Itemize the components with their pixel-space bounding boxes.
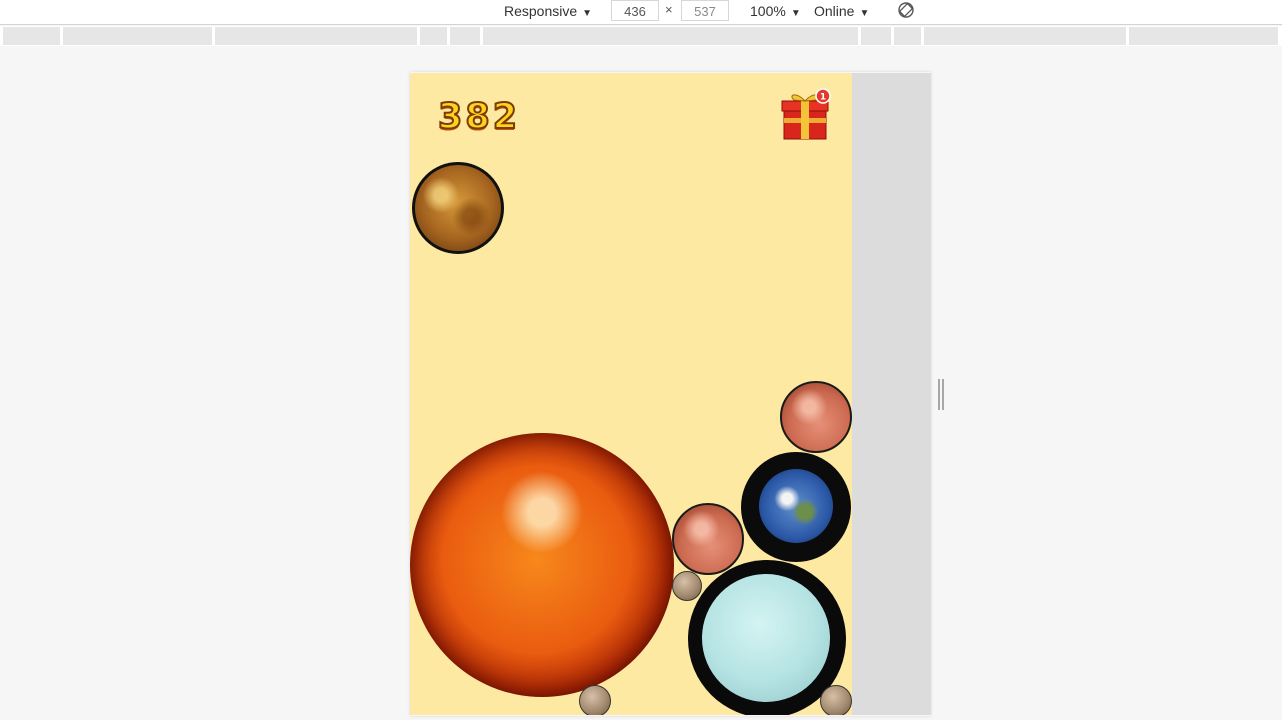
planet-moon[interactable]	[672, 571, 702, 601]
rotate-icon[interactable]	[897, 1, 915, 19]
ruler-segment[interactable]	[63, 27, 212, 45]
media-query-ruler	[0, 26, 1282, 46]
planet-venus[interactable]	[412, 162, 504, 254]
planet-uranus[interactable]	[702, 574, 830, 702]
ruler-segment[interactable]	[450, 27, 480, 45]
planet-mars[interactable]	[672, 503, 744, 575]
ruler-segment[interactable]	[3, 27, 60, 45]
network-select-label: Online	[814, 3, 855, 19]
planet-earth[interactable]	[759, 469, 833, 543]
device-select[interactable]: Responsive ▼	[504, 0, 592, 24]
ruler-segment[interactable]	[215, 27, 417, 45]
zoom-select-label: 100%	[750, 3, 786, 19]
chevron-down-icon: ▼	[582, 8, 593, 19]
ruler-segment[interactable]	[861, 27, 891, 45]
ruler-segment[interactable]	[924, 27, 1126, 45]
ruler-segment[interactable]	[483, 27, 858, 45]
planet-mars[interactable]	[780, 381, 852, 453]
planet-moon[interactable]	[820, 685, 852, 715]
ruler-segment[interactable]	[894, 27, 921, 45]
resize-grip-line	[938, 379, 940, 410]
height-input[interactable]: 537	[681, 0, 729, 21]
gift-icon[interactable]: 1	[780, 87, 832, 141]
gift-badge-count: 1	[820, 93, 826, 103]
chevron-down-icon: ▼	[790, 8, 801, 19]
ruler-segment[interactable]	[420, 27, 447, 45]
planet-sun[interactable]	[410, 433, 674, 697]
chevron-down-icon: ▼	[859, 8, 870, 19]
device-select-label: Responsive	[504, 3, 578, 19]
game-viewport[interactable]: 382 1	[410, 73, 852, 715]
width-input[interactable]: 436	[611, 0, 659, 21]
planet-moon[interactable]	[579, 685, 611, 715]
resize-handle[interactable]	[938, 379, 946, 410]
ruler-segment[interactable]	[1129, 27, 1278, 45]
resize-grip-line	[942, 379, 944, 410]
device-gutter	[852, 73, 931, 715]
score-counter: 382	[437, 96, 521, 138]
network-throttle-select[interactable]: Online ▼	[814, 0, 869, 24]
dimension-separator: ×	[665, 2, 673, 17]
device-toolbar: Responsive ▼ 436 × 537 100% ▼ Online ▼	[0, 0, 1282, 25]
zoom-select[interactable]: 100% ▼	[750, 0, 801, 24]
